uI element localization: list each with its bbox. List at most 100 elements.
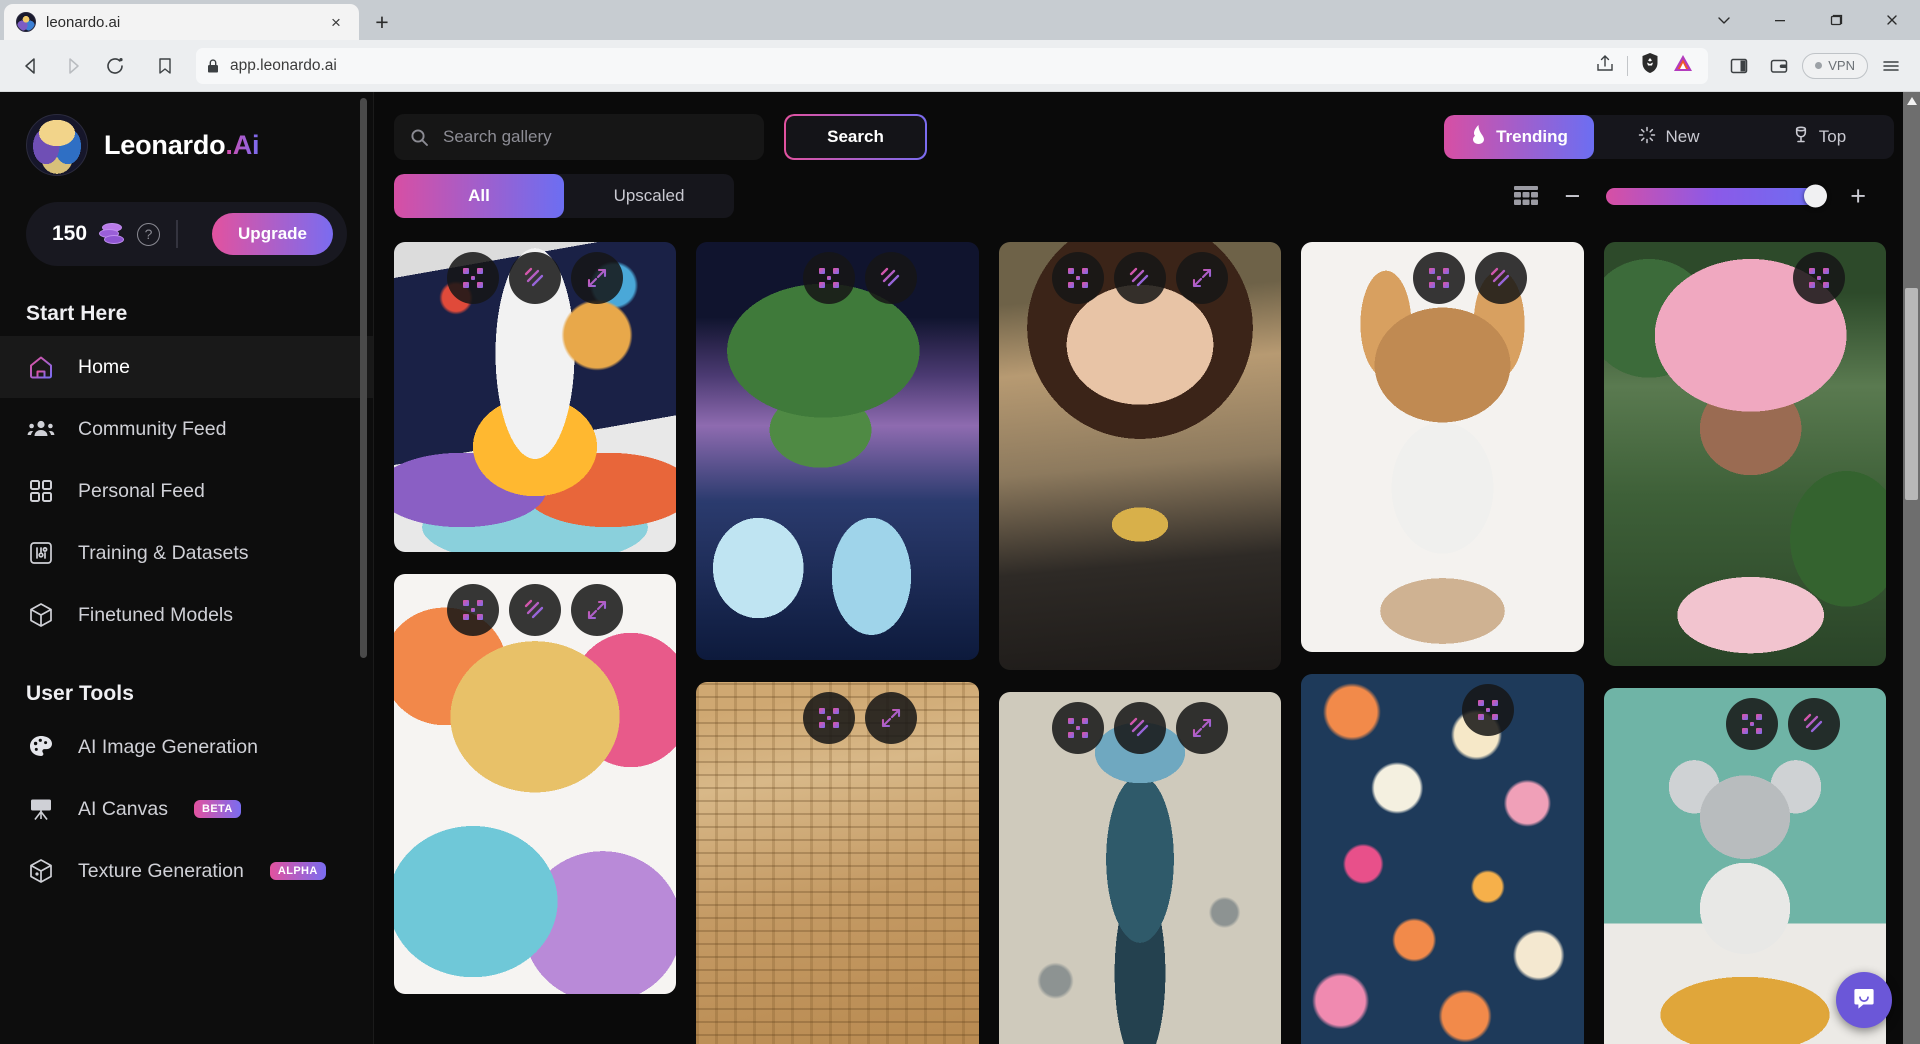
reload-icon[interactable] [96, 47, 134, 85]
expand-icon[interactable] [571, 252, 624, 304]
sidebar-item-ai-image-generation[interactable]: AI Image Generation [0, 716, 373, 778]
gallery-card[interactable] [998, 692, 1282, 1044]
sidebar-item-label: Training & Datasets [78, 541, 249, 564]
remix-icon[interactable] [1413, 252, 1466, 304]
question-mark-icon[interactable]: ? [137, 222, 161, 246]
tab-all[interactable]: All [394, 174, 564, 218]
card-action-bar [1329, 252, 1583, 304]
back-arrow-icon[interactable] [12, 47, 50, 85]
gallery-card[interactable] [1301, 674, 1584, 1044]
remix-icon[interactable] [447, 252, 500, 304]
gallery-toolbar-row-filter: All Upscaled − + [394, 174, 1894, 218]
section-title-user-tools: User Tools [26, 682, 134, 705]
gallery-column [394, 242, 677, 1044]
gallery-card[interactable] [1603, 242, 1887, 666]
sidebar-item-community-feed[interactable]: Community Feed [0, 398, 373, 460]
search-icon [410, 128, 429, 147]
page-scrollbar[interactable] [1903, 92, 1920, 1044]
remix-icon[interactable] [1052, 702, 1105, 754]
search-input[interactable] [443, 127, 748, 147]
brave-shield-icon[interactable] [1640, 52, 1660, 79]
remix-icon[interactable] [1462, 684, 1515, 736]
gallery-card[interactable] [394, 574, 677, 994]
sidebar-item-label: Home [78, 355, 131, 378]
trophy-icon [1792, 125, 1810, 149]
variation-icon[interactable] [509, 584, 562, 636]
gallery-card[interactable] [696, 242, 979, 660]
remix-icon[interactable] [1052, 252, 1105, 304]
expand-icon[interactable] [1176, 702, 1229, 754]
sidebar-item-label: AI Canvas [78, 797, 168, 820]
share-icon[interactable] [1595, 53, 1615, 78]
new-tab-button[interactable]: + [365, 7, 399, 37]
zoom-slider[interactable] [1606, 184, 1828, 208]
window-minimize-icon[interactable] [1752, 0, 1808, 40]
grid-density-icon[interactable] [1514, 186, 1539, 206]
search-button[interactable]: Search [784, 114, 927, 160]
card-action-bar [1678, 252, 1886, 304]
gallery-column [998, 242, 1282, 1044]
variation-icon[interactable] [864, 252, 917, 304]
variation-icon[interactable] [1475, 252, 1528, 304]
tab-new[interactable]: New [1594, 115, 1744, 159]
variation-icon[interactable] [509, 252, 562, 304]
tab-list-icon[interactable] [1696, 0, 1752, 40]
intercom-chat-button[interactable] [1836, 972, 1892, 1028]
sidebar-item-label: AI Image Generation [78, 735, 258, 758]
sidebar-item-personal-feed[interactable]: Personal Feed [0, 460, 373, 522]
gallery-card[interactable] [998, 242, 1282, 670]
zoom-slider-knob[interactable] [1804, 184, 1828, 208]
upgrade-button[interactable]: Upgrade [212, 213, 333, 255]
sidebar-item-finetuned-models[interactable]: Finetuned Models [0, 584, 373, 646]
tab-trending[interactable]: Trending [1444, 115, 1594, 159]
credits-amount: 150 [52, 222, 88, 245]
vpn-button[interactable]: VPN [1802, 52, 1868, 79]
variation-icon[interactable] [1114, 252, 1167, 304]
page-scrollbar-thumb[interactable] [1905, 288, 1918, 500]
address-bar[interactable]: app.leonardo.ai [196, 47, 1709, 84]
remix-icon[interactable] [802, 252, 855, 304]
grid-squares-icon [26, 476, 56, 506]
people-group-icon [26, 414, 56, 444]
tab-close-icon[interactable]: × [325, 11, 347, 33]
remix-icon[interactable] [447, 584, 500, 636]
sidebar-item-texture-generation[interactable]: Texture Generation ALPHA [0, 840, 373, 902]
wallet-icon[interactable] [1762, 49, 1796, 83]
card-action-bar [999, 252, 1281, 304]
remix-icon[interactable] [1725, 698, 1778, 750]
tab-top[interactable]: Top [1744, 115, 1894, 159]
remix-icon[interactable] [1792, 252, 1845, 304]
sidebar-scrollbar-thumb[interactable] [360, 98, 367, 658]
sidebar-item-training-datasets[interactable]: Training & Datasets [0, 522, 373, 584]
search-field-wrapper[interactable] [394, 114, 764, 160]
brand-logo-block[interactable]: Leonardo.Ai [0, 92, 373, 176]
gallery-card[interactable] [1301, 242, 1584, 652]
brave-rewards-icon[interactable] [1672, 53, 1694, 78]
variation-icon[interactable] [1114, 702, 1167, 754]
zoom-out-button[interactable]: − [1564, 182, 1580, 210]
home-icon [26, 352, 56, 382]
zoom-in-button[interactable]: + [1850, 182, 1866, 210]
tab-favicon-icon [16, 12, 36, 32]
browser-tab[interactable]: leonardo.ai × [4, 4, 359, 40]
window-maximize-icon[interactable] [1808, 0, 1864, 40]
variation-icon[interactable] [1787, 698, 1840, 750]
forward-arrow-icon[interactable] [54, 47, 92, 85]
sidebar-item-home[interactable]: Home [0, 336, 373, 398]
window-close-icon[interactable] [1864, 0, 1920, 40]
bookmark-icon[interactable] [146, 47, 184, 85]
sidebar-panel-icon[interactable] [1722, 49, 1756, 83]
scrollbar-up-arrow[interactable] [1903, 92, 1920, 109]
remix-icon[interactable] [802, 692, 855, 744]
sidebar-item-label: Personal Feed [78, 479, 205, 502]
expand-icon[interactable] [864, 692, 917, 744]
expand-icon[interactable] [1176, 252, 1229, 304]
tab-upscaled[interactable]: Upscaled [564, 174, 734, 218]
gallery-card[interactable] [696, 682, 979, 1044]
sidebar-item-ai-canvas[interactable]: AI Canvas BETA [0, 778, 373, 840]
sidebar-scrollbar[interactable] [360, 98, 367, 1038]
expand-icon[interactable] [571, 584, 624, 636]
hamburger-menu-icon[interactable] [1874, 49, 1908, 83]
gallery-grid [374, 228, 1920, 1044]
gallery-card[interactable] [394, 242, 677, 552]
